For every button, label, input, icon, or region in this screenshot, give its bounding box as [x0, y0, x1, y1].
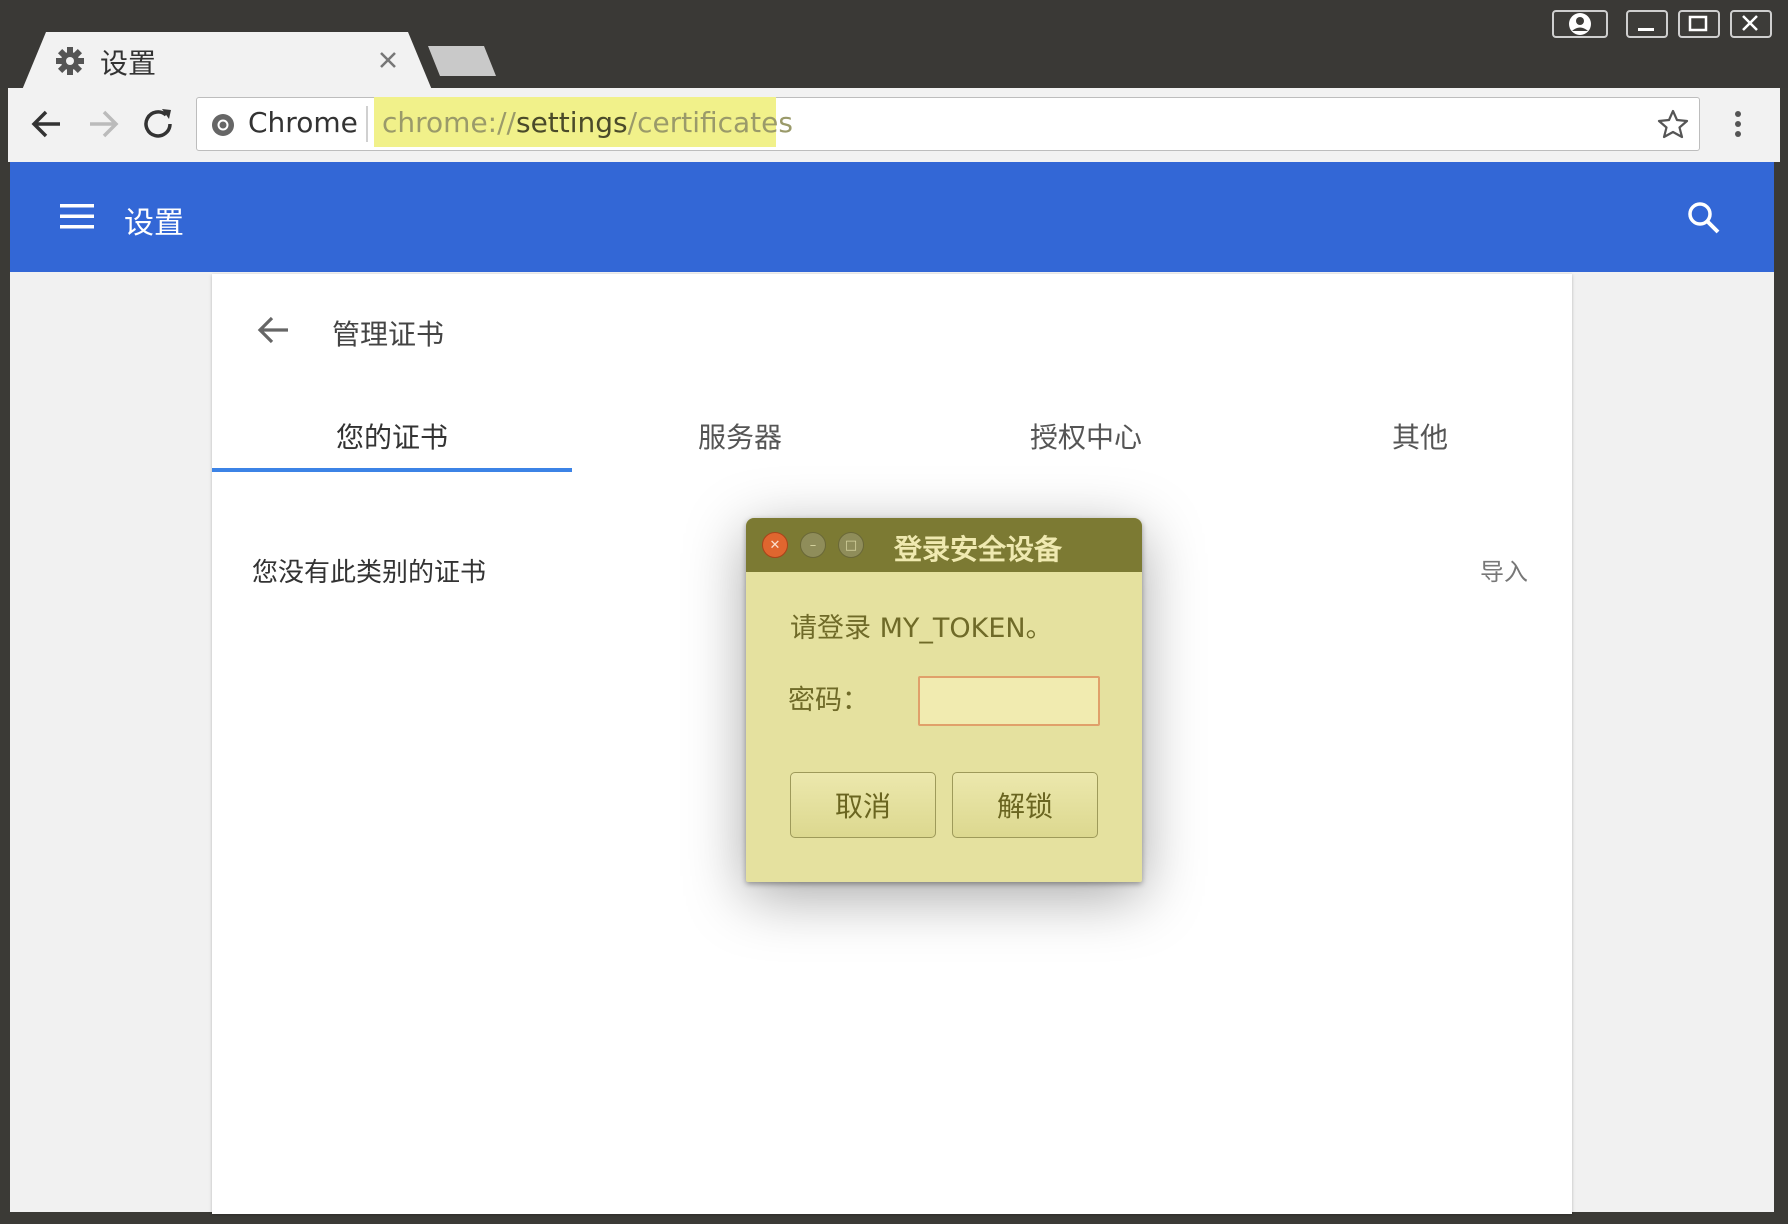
cancel-button[interactable]: 取消 — [790, 772, 936, 838]
unlock-button[interactable]: 解锁 — [952, 772, 1098, 838]
close-window-button[interactable] — [1730, 10, 1772, 38]
tab-servers[interactable]: 服务器 — [698, 416, 782, 456]
dialog-close-button[interactable]: ✕ — [762, 532, 788, 558]
tab-close-icon[interactable] — [376, 48, 400, 72]
tab-title: 设置 — [100, 47, 157, 80]
search-icon[interactable] — [1686, 200, 1722, 236]
bookmark-star-icon[interactable] — [1656, 108, 1690, 140]
close-icon — [1742, 15, 1758, 31]
forward-icon[interactable] — [84, 106, 124, 142]
url-path: /certificates — [627, 106, 793, 139]
url-host: settings — [515, 106, 628, 139]
tab-your-certificates[interactable]: 您的证书 — [336, 416, 448, 456]
url-prefix: chrome:// — [382, 106, 516, 139]
close-icon: ✕ — [769, 537, 781, 553]
login-dialog: ✕ – □ 登录安全设备 请登录 MY_TOKEN。 密码： 取消 解锁 — [746, 518, 1142, 882]
back-icon[interactable] — [26, 106, 66, 142]
dialog-minimize-button[interactable]: – — [800, 532, 826, 558]
minimize-icon: – — [809, 537, 817, 553]
tab-authorities[interactable]: 授权中心 — [1030, 416, 1142, 456]
back-arrow-icon[interactable] — [254, 312, 292, 348]
url-text[interactable]: chrome://settings/certificates — [382, 106, 793, 139]
dialog-maximize-button[interactable]: □ — [838, 532, 864, 558]
hamburger-menu-icon[interactable] — [60, 202, 96, 232]
tab-others[interactable]: 其他 — [1392, 416, 1448, 456]
maximize-window-button[interactable] — [1678, 10, 1720, 38]
empty-message: 您没有此类别的证书 — [252, 558, 487, 588]
header-title: 设置 — [124, 206, 184, 241]
omnibox-scheme-label: Chrome — [248, 106, 358, 139]
reload-icon[interactable] — [140, 106, 178, 142]
omnibox-divider — [366, 106, 368, 142]
new-tab-button[interactable] — [428, 46, 496, 76]
minimize-icon — [1638, 28, 1654, 31]
person-icon — [1569, 13, 1591, 35]
profile-button[interactable] — [1552, 10, 1608, 38]
page-title: 管理证书 — [332, 318, 445, 351]
chrome-icon — [212, 114, 234, 136]
import-button[interactable]: 导入 — [1480, 552, 1528, 587]
dialog-title: 登录安全设备 — [894, 533, 1063, 566]
dialog-prompt: 请登录 MY_TOKEN。 — [790, 613, 1053, 644]
minimize-window-button[interactable] — [1626, 10, 1668, 38]
maximize-icon: □ — [844, 537, 858, 553]
maximize-icon — [1688, 15, 1708, 32]
settings-header — [10, 162, 1774, 272]
menu-dots-icon[interactable] — [1728, 108, 1748, 142]
active-tab-indicator — [212, 468, 572, 472]
password-label: 密码： — [788, 685, 869, 716]
password-input[interactable] — [918, 676, 1100, 726]
gear-icon — [56, 47, 84, 75]
